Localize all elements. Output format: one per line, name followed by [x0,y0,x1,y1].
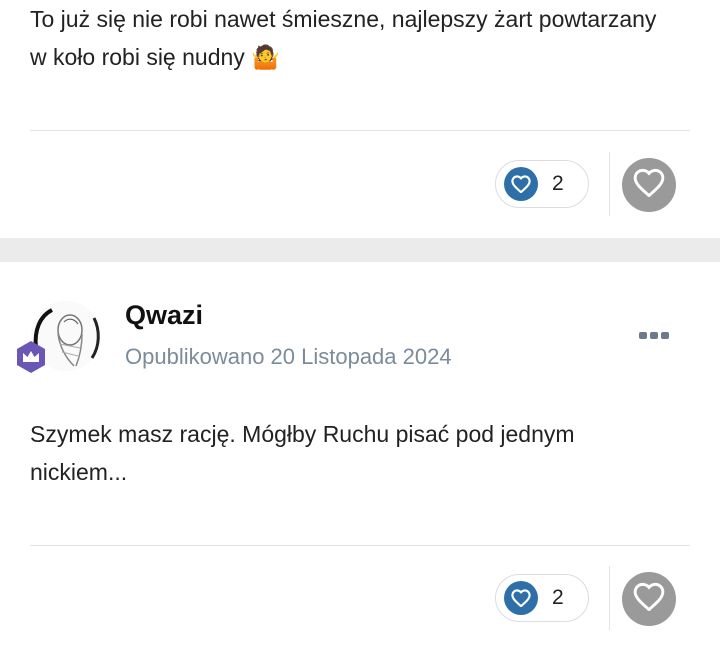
author-name[interactable]: Qwazi [125,300,203,331]
like-button[interactable] [622,158,676,212]
crown-icon [14,340,48,374]
post-date: Opublikowano 20 Listopada 2024 [125,344,452,369]
reaction-count: 2 [552,586,564,609]
post-content: To już się nie robi nawet śmieszne, najl… [30,6,657,70]
reaction-count-button[interactable]: 2 [495,574,589,622]
post-content: Szymek masz rację. Mógłby Ruchu pisać po… [30,421,575,485]
heart-icon [633,168,665,202]
vertical-divider [609,566,610,630]
more-options-button[interactable] [636,326,672,344]
post-divider [30,545,690,546]
post-qwazi: Qwazi Opublikowano 20 Listopada 2024 Szy… [0,262,720,652]
like-button[interactable] [622,572,676,626]
post-separator [0,238,720,262]
vertical-divider [609,152,610,216]
heart-icon [504,167,538,201]
heart-icon [504,581,538,615]
heart-icon [633,582,665,616]
post-divider [30,130,690,131]
reaction-count-button[interactable]: 2 [495,160,589,208]
reaction-count: 2 [552,172,564,195]
post-previous: To już się nie robi nawet śmieszne, najl… [0,0,720,238]
more-options-icon [650,331,658,339]
more-options-icon [639,331,647,339]
more-options-icon [661,331,669,339]
